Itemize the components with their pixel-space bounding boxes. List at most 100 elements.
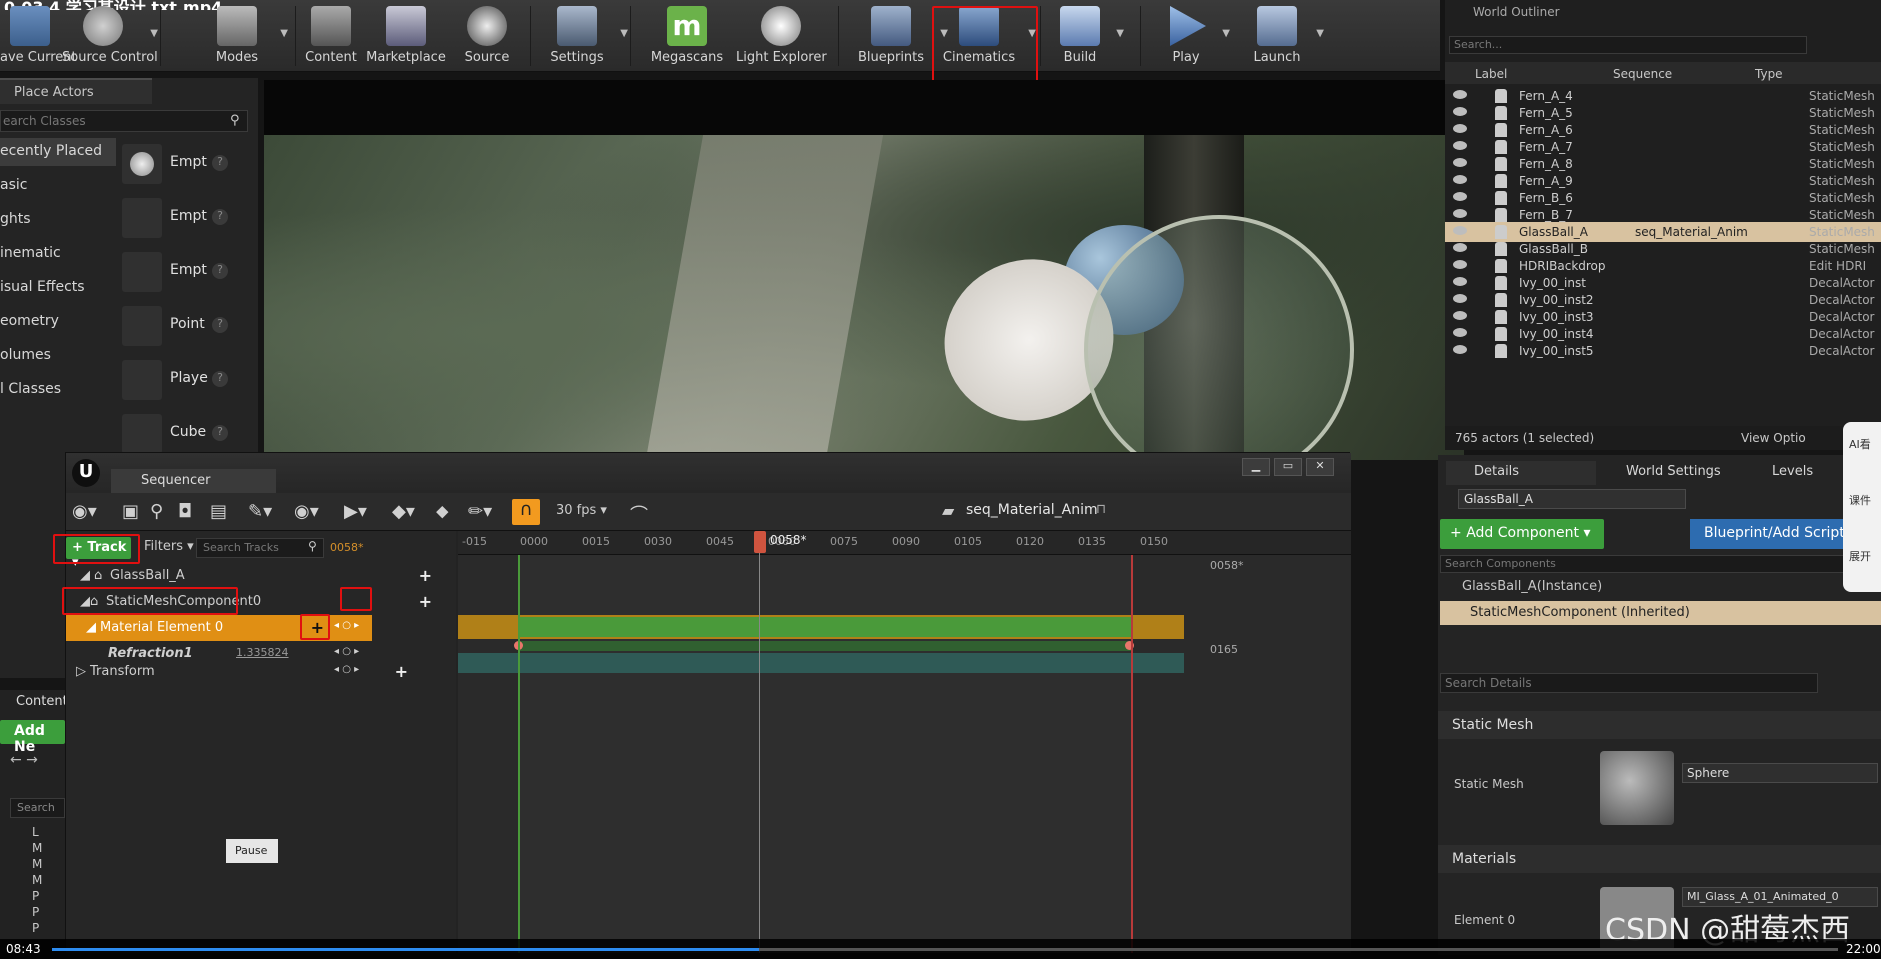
- category-all-classes[interactable]: l Classes: [0, 376, 116, 404]
- outliner-search-input[interactable]: Search...: [1449, 36, 1807, 54]
- help-icon[interactable]: ?: [212, 155, 228, 171]
- search-icon[interactable]: ⚲: [308, 539, 317, 553]
- wrench-icon[interactable]: ✎▾: [248, 501, 272, 522]
- actor-name-field[interactable]: GlassBall_A: [1458, 489, 1686, 509]
- progress-track[interactable]: [52, 948, 1838, 951]
- minimize-icon[interactable]: ▁: [1242, 458, 1270, 476]
- eye-icon[interactable]: [1453, 260, 1467, 269]
- add-icon[interactable]: +: [311, 618, 324, 637]
- section-materials[interactable]: Materials: [1438, 845, 1881, 873]
- add-icon[interactable]: +: [419, 566, 432, 585]
- content-button[interactable]: Content: [300, 0, 362, 72]
- eye-icon[interactable]: [1453, 328, 1467, 337]
- ai-assist-button[interactable]: AI看: [1849, 436, 1871, 452]
- save-current-button[interactable]: ave Current: [0, 0, 77, 72]
- eye-icon[interactable]: [1453, 192, 1467, 201]
- tab-content-browser[interactable]: Content: [16, 694, 68, 709]
- help-icon[interactable]: ?: [212, 263, 228, 279]
- eye-icon[interactable]: [1453, 141, 1467, 150]
- category-recently-placed[interactable]: ecently Placed: [0, 138, 116, 166]
- folder-item[interactable]: M: [32, 840, 42, 856]
- content-search-input[interactable]: Search: [10, 798, 65, 818]
- category-lights[interactable]: ghts: [0, 206, 116, 234]
- blueprints-button[interactable]: Blueprints ▼: [848, 0, 948, 72]
- component-instance-item[interactable]: GlassBall_A(Instance): [1462, 579, 1602, 594]
- tab-levels[interactable]: Levels: [1744, 461, 1813, 485]
- actor-cube[interactable]: Cube?: [120, 410, 240, 458]
- help-icon[interactable]: ?: [212, 371, 228, 387]
- refraction-value[interactable]: 1.335824: [236, 646, 289, 659]
- eye-icon[interactable]: [1453, 294, 1467, 303]
- expand-arrow-icon[interactable]: ▷: [76, 664, 86, 679]
- expand-arrow-icon[interactable]: ◢: [80, 568, 90, 583]
- tag-icon[interactable]: ⬥: [436, 501, 449, 522]
- outliner-row[interactable]: Ivy_00_inst5 DecalActor: [1445, 341, 1881, 361]
- folder-icon[interactable]: ▰: [942, 501, 954, 520]
- track-material-element[interactable]: ◢ Material Element 0 + ◂ ○ ▸: [66, 615, 372, 641]
- folder-item[interactable]: M: [32, 872, 42, 888]
- megascans-button[interactable]: m Megascans: [640, 0, 734, 72]
- actor-player-start[interactable]: Playe?: [120, 356, 240, 404]
- add-icon[interactable]: +: [395, 662, 408, 681]
- lock-icon[interactable]: ⊓: [1096, 502, 1106, 517]
- chevron-down-icon[interactable]: ▼: [620, 28, 628, 39]
- eye-icon[interactable]: [1453, 345, 1467, 354]
- folder-item[interactable]: P: [32, 888, 42, 904]
- eye-icon[interactable]: [1453, 175, 1467, 184]
- track-glassball-a[interactable]: ◢ ⌂ GlassBall_A +: [66, 563, 456, 589]
- play-button[interactable]: Play ▼: [1156, 0, 1230, 72]
- add-component-button[interactable]: + Add Component ▾: [1440, 519, 1604, 549]
- search-tracks-input[interactable]: Search Tracks: [196, 538, 324, 558]
- category-visual-effects[interactable]: isual Effects: [0, 274, 116, 302]
- marketplace-button[interactable]: Marketplace: [366, 0, 446, 72]
- eye-icon[interactable]: [1453, 277, 1467, 286]
- track-transform[interactable]: ▷ Transform + ◂ ○ ▸: [66, 659, 456, 685]
- maximize-icon[interactable]: ▭: [1274, 458, 1302, 476]
- category-geometry[interactable]: eometry: [0, 308, 116, 336]
- save-icon[interactable]: ▣: [122, 501, 139, 522]
- filters-dropdown[interactable]: Filters ▾: [144, 539, 194, 554]
- search-icon[interactable]: ⚲: [230, 113, 240, 128]
- folder-item[interactable]: P: [32, 904, 42, 920]
- modes-button[interactable]: Modes ▼: [200, 0, 288, 72]
- curve-editor-icon[interactable]: ⌒: [630, 501, 648, 527]
- sphere-thumbnail[interactable]: [1600, 751, 1674, 825]
- search-classes-input[interactable]: earch Classes: [0, 110, 248, 132]
- add-track-button[interactable]: + Track ▾: [66, 537, 131, 570]
- chevron-down-icon[interactable]: ▼: [280, 28, 288, 39]
- nav-arrows[interactable]: ← →: [10, 752, 38, 768]
- eye-icon[interactable]: [1453, 107, 1467, 116]
- actor-empty-character[interactable]: Empt?: [120, 194, 240, 242]
- column-type[interactable]: Type: [1755, 67, 1783, 81]
- column-sequence[interactable]: Sequence: [1613, 67, 1672, 81]
- range-start-marker[interactable]: [518, 555, 520, 953]
- chevron-down-icon[interactable]: ▼: [1316, 28, 1324, 39]
- level-viewport[interactable]: [264, 80, 1464, 460]
- material-section-bar[interactable]: [518, 617, 1132, 637]
- build-button[interactable]: Build ▼: [1050, 0, 1124, 72]
- time-ruler[interactable]: -015 0000 0015 0030 0045 0060 0075 0090 …: [458, 531, 1351, 555]
- range-end-marker[interactable]: [1131, 555, 1133, 953]
- play-options-icon[interactable]: ▶▾: [344, 501, 367, 522]
- search-icon[interactable]: ⚲: [150, 501, 163, 522]
- folder-item[interactable]: L: [32, 824, 42, 840]
- key-nav-icons[interactable]: ◂ ○ ▸: [334, 620, 359, 631]
- fps-selector[interactable]: 30 fps ▾: [556, 503, 607, 518]
- courseware-button[interactable]: 课件: [1849, 492, 1871, 508]
- tab-details[interactable]: Details: [1446, 461, 1596, 485]
- expand-button[interactable]: 展开: [1849, 548, 1871, 564]
- help-icon[interactable]: ?: [212, 209, 228, 225]
- chevron-down-icon[interactable]: ▼: [1222, 28, 1230, 39]
- add-icon[interactable]: +: [419, 592, 432, 611]
- brush-icon[interactable]: ✏▾: [468, 501, 492, 522]
- light-explorer-button[interactable]: Light Explorer: [736, 0, 827, 72]
- column-label[interactable]: Label: [1475, 67, 1507, 81]
- cinematics-button[interactable]: Cinematics ▼: [936, 0, 1036, 72]
- category-cinematic[interactable]: inematic: [0, 240, 116, 268]
- static-mesh-component-item[interactable]: StaticMeshComponent (Inherited): [1440, 601, 1881, 625]
- view-options-button[interactable]: View Optio: [1741, 431, 1806, 445]
- actor-empty-pawn[interactable]: Empt?: [120, 248, 240, 296]
- eye-icon[interactable]: [1453, 158, 1467, 167]
- section-static-mesh[interactable]: Static Mesh: [1438, 711, 1881, 739]
- static-mesh-picker[interactable]: Sphere: [1682, 763, 1878, 783]
